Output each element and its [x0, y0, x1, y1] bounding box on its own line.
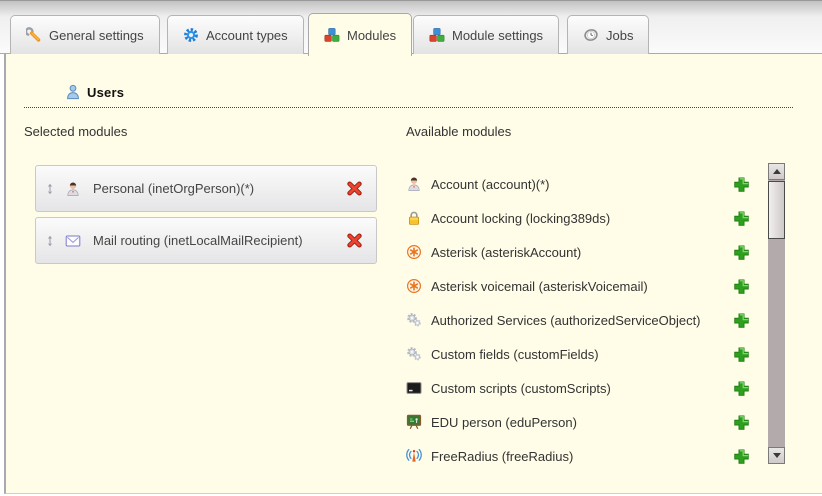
available-module-row: Asterisk (asteriskAccount)	[406, 235, 750, 269]
add-module-button[interactable]	[733, 244, 750, 261]
add-module-button[interactable]	[733, 448, 750, 465]
person-icon	[406, 176, 422, 192]
triangle-up-icon	[773, 169, 781, 174]
selected-module-row[interactable]: Personal (inetOrgPerson)(*)	[35, 165, 377, 212]
gears-icon	[406, 346, 422, 362]
available-module-label: Account locking (locking389ds)	[431, 211, 733, 226]
available-module-label: EDU person (eduPerson)	[431, 415, 733, 430]
person-icon	[65, 181, 81, 197]
modules-cubes-icon	[324, 27, 340, 43]
drag-handle-icon[interactable]	[44, 234, 56, 248]
add-module-button[interactable]	[733, 278, 750, 295]
remove-module-button[interactable]	[346, 232, 363, 249]
available-module-row: Authorized Services (authorizedServiceOb…	[406, 303, 750, 337]
selected-module-row[interactable]: Mail routing (inetLocalMailRecipient)	[35, 217, 377, 264]
available-modules-heading: Available modules	[406, 124, 511, 139]
tab-label: Jobs	[606, 28, 633, 43]
add-module-button[interactable]	[733, 210, 750, 227]
tab-general-settings[interactable]: General settings	[10, 15, 160, 54]
selected-module-label: Mail routing (inetLocalMailRecipient)	[93, 233, 346, 248]
scroll-down-button[interactable]	[768, 447, 785, 464]
clock-icon	[583, 27, 599, 43]
scrollbar-thumb[interactable]	[768, 181, 785, 239]
available-module-label: Asterisk voicemail (asteriskVoicemail)	[431, 279, 733, 294]
lam-configuration-window: General settings Account types Modules M…	[0, 0, 822, 496]
gear-icon	[183, 27, 199, 43]
triangle-down-icon	[773, 453, 781, 458]
drag-handle-icon[interactable]	[44, 182, 56, 196]
available-module-label: Account (account)(*)	[431, 177, 733, 192]
antenna-icon	[406, 448, 422, 464]
gears-icon	[406, 312, 422, 328]
add-module-button[interactable]	[733, 380, 750, 397]
chalkboard-icon	[406, 414, 422, 430]
tab-account-types[interactable]: Account types	[167, 15, 304, 54]
available-module-label: Custom fields (customFields)	[431, 347, 733, 362]
tab-modules[interactable]: Modules	[308, 13, 412, 56]
available-module-label: FreeRadius (freeRadius)	[431, 449, 733, 464]
users-section-header: Users	[24, 84, 793, 108]
add-module-button[interactable]	[733, 414, 750, 431]
terminal-icon	[406, 380, 422, 396]
available-module-label: Asterisk (asteriskAccount)	[431, 245, 733, 260]
available-modules-scrollbar[interactable]	[768, 163, 785, 464]
tab-label: Modules	[347, 28, 396, 43]
tab-bar: General settings Account types Modules M…	[0, 0, 822, 54]
tab-label: General settings	[49, 28, 144, 43]
section-title: Users	[87, 85, 124, 100]
available-module-label: Authorized Services (authorizedServiceOb…	[431, 313, 733, 328]
scroll-up-button[interactable]	[768, 163, 785, 180]
tab-label: Module settings	[452, 28, 543, 43]
tab-label: Account types	[206, 28, 288, 43]
modules-cubes-icon	[429, 27, 445, 43]
selected-modules-heading: Selected modules	[24, 124, 127, 139]
available-module-row: FreeRadius (freeRadius)	[406, 439, 750, 473]
asterisk-icon	[406, 244, 422, 260]
add-module-button[interactable]	[733, 346, 750, 363]
wrench-icon	[26, 27, 42, 43]
lock-icon	[406, 210, 422, 226]
add-module-button[interactable]	[733, 312, 750, 329]
available-module-row: Account locking (locking389ds)	[406, 201, 750, 235]
tab-module-settings[interactable]: Module settings	[413, 15, 559, 54]
selected-module-label: Personal (inetOrgPerson)(*)	[93, 181, 346, 196]
remove-module-button[interactable]	[346, 180, 363, 197]
mail-icon	[65, 233, 81, 249]
add-module-button[interactable]	[733, 176, 750, 193]
available-module-row: Custom fields (customFields)	[406, 337, 750, 371]
tab-jobs[interactable]: Jobs	[567, 15, 649, 54]
modules-panel: Users Selected modules Available modules…	[4, 54, 822, 494]
available-module-row: Asterisk voicemail (asteriskVoicemail)	[406, 269, 750, 303]
available-module-row: EDU person (eduPerson)	[406, 405, 750, 439]
available-module-label: Custom scripts (customScripts)	[431, 381, 733, 396]
user-icon	[65, 84, 81, 100]
available-module-row: Account (account)(*)	[406, 167, 750, 201]
available-module-row: Custom scripts (customScripts)	[406, 371, 750, 405]
asterisk-icon	[406, 278, 422, 294]
